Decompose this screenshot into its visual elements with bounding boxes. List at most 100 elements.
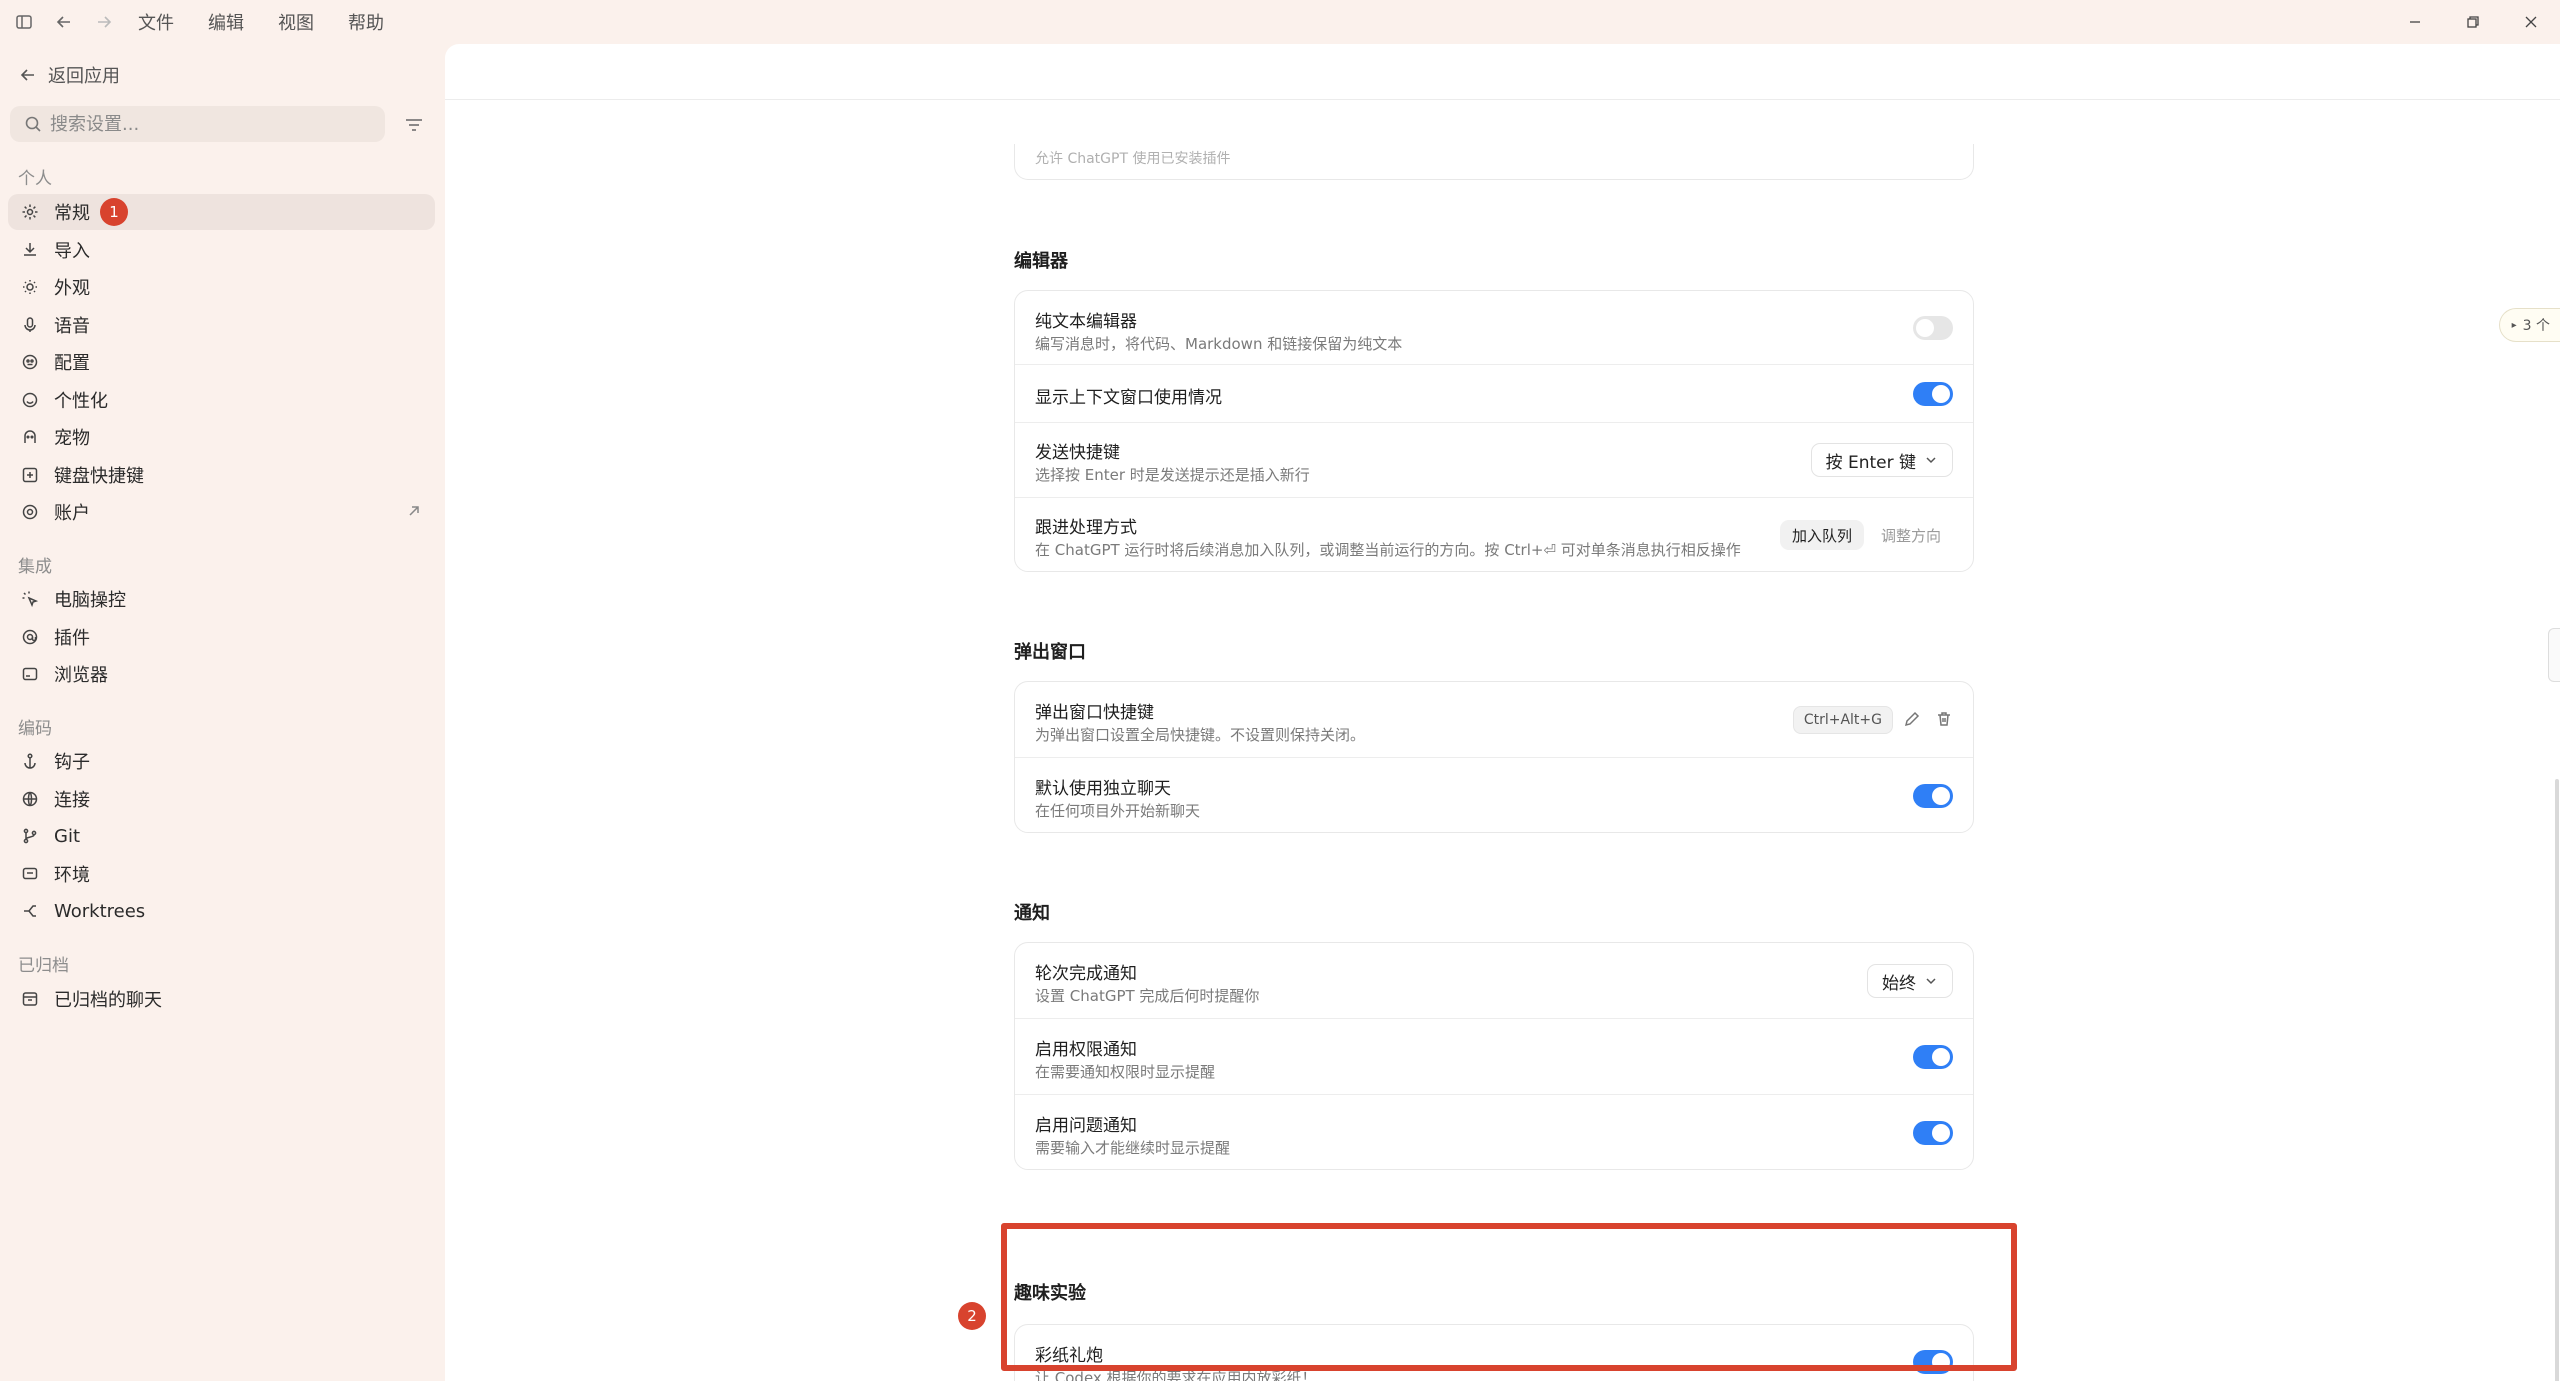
setting-desc: 在需要通知权限时显示提醒 (1035, 1063, 1216, 1081)
sidebar-item-voice[interactable]: 语音 (8, 307, 435, 343)
confetti-toggle[interactable] (1913, 1350, 1953, 1374)
setting-row-popup-shortcut: 弹出窗口快捷键 为弹出窗口设置全局快捷键。不设置则保持关闭。 Ctrl+Alt+… (1015, 682, 1973, 758)
scroll-thumb[interactable] (2555, 779, 2559, 1381)
select-value: 按 Enter 键 (1825, 452, 1916, 473)
external-link-icon (405, 502, 423, 520)
chevron-down-icon (1926, 978, 1936, 985)
setting-desc: 需要输入才能继续时显示提醒 (1035, 1139, 1231, 1157)
setting-row-turn-complete: 轮次完成通知 设置 ChatGPT 完成后何时提醒你 始终 (1015, 943, 1973, 1019)
send-shortcut-select[interactable]: 按 Enter 键 (1810, 443, 1953, 477)
plain-text-toggle[interactable] (1913, 316, 1953, 340)
sidebar-item-pets[interactable]: 宠物 (8, 419, 435, 455)
group-title-coding: 编码 (18, 719, 52, 739)
account-icon (20, 502, 40, 522)
keyboard-icon (20, 465, 40, 485)
sidebar-item-label: 钩子 (54, 752, 90, 773)
follow-up-queue-option[interactable]: 加入队列 (1779, 520, 1864, 550)
question-notice-toggle[interactable] (1913, 1121, 1953, 1145)
sidebar-item-plugins[interactable]: 插件 (8, 619, 435, 655)
settings-main-panel: 允许 ChatGPT 使用已安装插件 编辑器 纯文本编辑器 编写消息时，将代码、… (445, 44, 2560, 1381)
context-usage-toggle[interactable] (1913, 382, 1953, 406)
minimize-icon[interactable] (2386, 0, 2444, 44)
settings-search[interactable] (10, 106, 385, 142)
plugin-icon (20, 627, 40, 647)
section-title-notifications: 通知 (1014, 903, 1050, 924)
smile-icon (20, 390, 40, 410)
menu-help[interactable]: 帮助 (348, 9, 384, 35)
sidebar-item-label: 已归档的聊天 (54, 990, 162, 1011)
sidebar-item-label: 账户 (54, 503, 90, 524)
arrow-left-icon (20, 69, 34, 81)
sidebar-item-computer-control[interactable]: 电脑操控 (8, 581, 435, 617)
sidebar-item-general[interactable]: 常规 1 (8, 194, 435, 230)
setting-desc: 为弹出窗口设置全局快捷键。不设置则保持关闭。 (1035, 726, 1366, 744)
side-collapsed-tag[interactable]: ▸ 3 个 (2498, 308, 2560, 342)
search-input[interactable] (50, 113, 370, 135)
sidebar-item-import[interactable]: 导入 (8, 232, 435, 268)
sidebar-item-appearance[interactable]: 外观 (8, 269, 435, 305)
setting-row-question-notice: 启用问题通知 需要输入才能继续时显示提醒 (1015, 1095, 1973, 1171)
git-branch-icon (20, 826, 40, 846)
turn-complete-select[interactable]: 始终 (1867, 964, 1953, 998)
sidebar-item-config[interactable]: 配置 (8, 344, 435, 380)
menu-file[interactable]: 文件 (138, 9, 174, 35)
settings-sidebar: 返回应用 个人 常规 1 导入 外观 语音 配置 个性化 宠物 键盘快捷键 (0, 44, 445, 1381)
sidebar-item-archived-chats[interactable]: 已归档的聊天 (8, 981, 435, 1017)
setting-row-confetti: 彩纸礼炮 让 Codex 根据你的要求在应用内放彩纸！ (1015, 1325, 1973, 1381)
sidebar-item-label: 导入 (54, 241, 90, 262)
section-title-popup: 弹出窗口 (1014, 642, 1086, 663)
previous-card-desc: 允许 ChatGPT 使用已安装插件 (1035, 151, 1231, 167)
sidebar-item-label: 插件 (54, 628, 90, 649)
browser-icon (20, 664, 40, 684)
sidebar-item-label: 配置 (54, 353, 90, 374)
side-tag-label: 3 个 (2522, 318, 2550, 334)
pet-icon (20, 427, 40, 447)
sidebar-item-label: Git (54, 825, 81, 847)
sidebar-item-personalization[interactable]: 个性化 (8, 382, 435, 418)
sidebar-item-label: 宠物 (54, 428, 90, 449)
anchor-icon (20, 751, 40, 771)
group-title-integrations: 集成 (18, 557, 52, 577)
section-title-editor: 编辑器 (1014, 251, 1068, 272)
sun-icon (20, 277, 40, 297)
menu-edit[interactable]: 编辑 (208, 9, 244, 35)
sidebar-item-browser[interactable]: 浏览器 (8, 656, 435, 692)
back-to-app-link[interactable]: 返回应用 (18, 62, 120, 88)
setting-title: 跟进处理方式 (1035, 518, 1137, 538)
sidebar-item-label: 环境 (54, 865, 90, 886)
sidebar-item-hooks[interactable]: 钩子 (8, 743, 435, 779)
monitor-icon (20, 864, 40, 884)
sidebar-item-account[interactable]: 账户 (8, 494, 435, 530)
standalone-chat-toggle[interactable] (1913, 784, 1953, 808)
pencil-icon[interactable] (1903, 710, 1925, 732)
close-icon[interactable] (2502, 0, 2560, 44)
follow-up-steer-option[interactable]: 调整方向 (1869, 520, 1953, 550)
sidebar-item-connections[interactable]: 连接 (8, 781, 435, 817)
setting-desc: 选择按 Enter 时是发送提示还是插入新行 (1035, 466, 1310, 484)
menu-view[interactable]: 视图 (278, 9, 314, 35)
forward-arrow-icon[interactable] (92, 10, 116, 34)
sidebar-item-label: 常规 (54, 203, 90, 224)
setting-title: 发送快捷键 (1035, 443, 1120, 463)
sidebar-item-worktrees[interactable]: Worktrees (8, 893, 435, 929)
previous-card-bottom: 允许 ChatGPT 使用已安装插件 (1014, 144, 1974, 180)
setting-desc: 设置 ChatGPT 完成后何时提醒你 (1035, 987, 1260, 1005)
restore-icon[interactable] (2444, 0, 2502, 44)
sidebar-item-shortcuts[interactable]: 键盘快捷键 (8, 457, 435, 493)
config-icon (20, 352, 40, 372)
setting-row-send-shortcut: 发送快捷键 选择按 Enter 时是发送提示还是插入新行 按 Enter 键 (1015, 423, 1973, 498)
trash-icon[interactable] (1935, 710, 1957, 732)
sidebar-toggle-icon[interactable] (12, 10, 36, 34)
notifications-card: 轮次完成通知 设置 ChatGPT 完成后何时提醒你 始终 启用权限通知 在需要… (1014, 942, 1974, 1170)
sidebar-item-git[interactable]: Git (8, 818, 435, 854)
back-arrow-icon[interactable] (52, 10, 76, 34)
filter-icon[interactable] (402, 113, 426, 137)
permission-notice-toggle[interactable] (1913, 1045, 1953, 1069)
search-icon (25, 116, 41, 132)
sidebar-item-environment[interactable]: 环境 (8, 856, 435, 892)
step-badge: 2 (958, 1302, 986, 1330)
microphone-icon (20, 315, 40, 335)
select-value: 始终 (1882, 973, 1916, 994)
main-scrollbar[interactable] (2552, 204, 2560, 1381)
setting-row-standalone-chat: 默认使用独立聊天 在任何项目外开始新聊天 (1015, 758, 1973, 834)
